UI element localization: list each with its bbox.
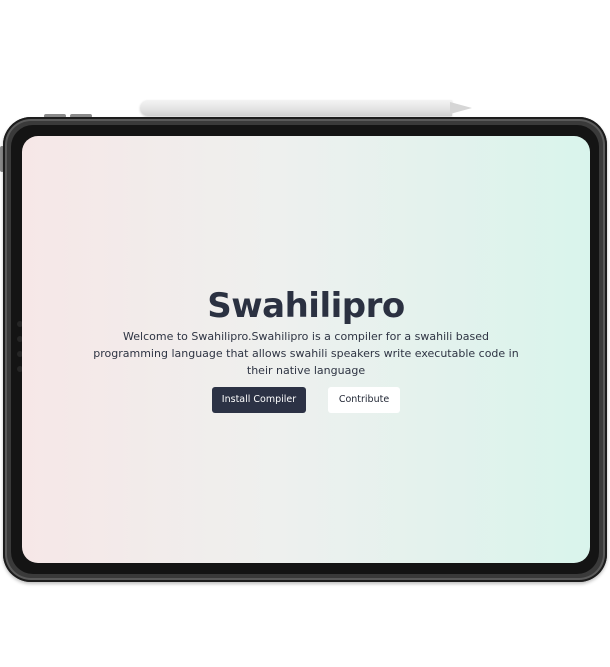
- stylus-body: [140, 100, 452, 116]
- device-mockup: Swahilipro Welcome to Swahilipro.Swahili…: [0, 0, 610, 667]
- hero-description: Welcome to Swahilipro.Swahilipro is a co…: [93, 330, 519, 377]
- contribute-button[interactable]: Contribute: [328, 387, 400, 413]
- hero-section: Swahilipro Welcome to Swahilipro.Swahili…: [22, 286, 590, 413]
- install-compiler-button[interactable]: Install Compiler: [212, 387, 306, 413]
- stylus-pencil: [140, 100, 472, 116]
- hero-actions: Install Compiler Contribute: [22, 387, 590, 413]
- page-title: Swahilipro: [207, 286, 405, 326]
- tablet-screen: Swahilipro Welcome to Swahilipro.Swahili…: [22, 136, 590, 563]
- stylus-tip: [450, 102, 472, 114]
- tablet-frame: Swahilipro Welcome to Swahilipro.Swahili…: [3, 117, 607, 582]
